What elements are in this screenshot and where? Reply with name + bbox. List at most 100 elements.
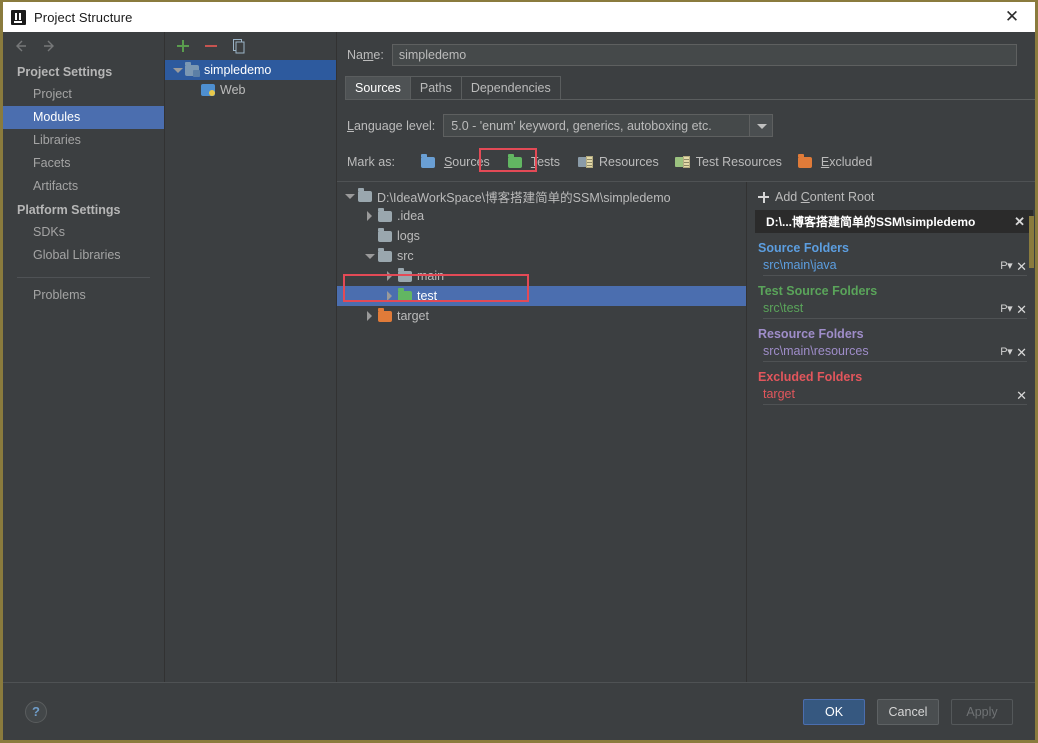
mark-as-resources-button[interactable]: Resources: [572, 151, 665, 173]
folder-entry-excluded[interactable]: target ✕: [763, 386, 1027, 405]
mark-as-test-resources-label: Test Resources: [695, 155, 782, 169]
language-level-label: Language level:: [347, 118, 436, 133]
window-title: Project Structure: [34, 9, 133, 25]
dialog-content: Project Settings Project Modules Librari…: [3, 32, 1035, 682]
mark-as-sources-button[interactable]: Sources: [415, 151, 496, 173]
help-question-icon[interactable]: ?: [25, 700, 47, 723]
mark-as-toolbar: Mark as: Sources Tests Resources Test Re…: [337, 137, 1035, 173]
cancel-button[interactable]: Cancel: [877, 698, 939, 725]
add-content-root-label: Add Content Root: [775, 190, 875, 204]
folder-entry-resource[interactable]: src\main\resources P▾ ✕: [763, 343, 1027, 362]
folder-gray-icon: [398, 267, 412, 282]
dialog-buttons: OK Cancel Apply: [803, 698, 1013, 725]
close-icon[interactable]: ✕: [1001, 7, 1023, 27]
tree-row-target[interactable]: target: [337, 306, 746, 326]
package-prefix-icon[interactable]: P▾: [1000, 260, 1012, 272]
chevron-down-icon[interactable]: [171, 64, 183, 76]
sidebar-item-sdks[interactable]: SDKs: [3, 221, 164, 244]
arrow-left-icon[interactable]: [13, 38, 29, 54]
name-label: Name:: [347, 48, 384, 62]
tree-row-idea[interactable]: .idea: [337, 206, 746, 226]
group-title-excluded-folders: Excluded Folders: [758, 370, 863, 384]
folder-path: src\main\java: [763, 258, 837, 272]
close-icon[interactable]: ✕: [1014, 215, 1025, 228]
tab-sources[interactable]: Sources: [345, 76, 411, 99]
language-level-value: 5.0 - 'enum' keyword, generics, autoboxi…: [451, 118, 712, 133]
package-prefix-icon[interactable]: P▾: [1000, 303, 1012, 315]
test-resources-folder-icon: [674, 156, 690, 168]
sidebar-item-problems[interactable]: Problems: [3, 284, 164, 307]
tab-dependencies[interactable]: Dependencies: [460, 76, 561, 99]
chevron-right-icon[interactable]: [383, 290, 395, 302]
close-icon[interactable]: ✕: [1016, 303, 1027, 316]
content-root-path: D:\...博客搭建简单的SSM\simpledemo: [766, 215, 976, 229]
tree-label: .idea: [397, 209, 425, 223]
facet-label: Web: [220, 83, 246, 97]
sidebar-item-modules[interactable]: Modules: [3, 106, 164, 129]
chevron-down-icon[interactable]: [363, 250, 375, 262]
sidebar-item-global-libraries[interactable]: Global Libraries: [3, 244, 164, 267]
content-root-header: D:\...博客搭建简单的SSM\simpledemo ✕: [755, 210, 1033, 233]
folder-entry-test-source[interactable]: src\test P▾ ✕: [763, 300, 1027, 319]
group-title-source-folders: Source Folders: [758, 241, 849, 255]
tree-row-content-root[interactable]: D:\IdeaWorkSpace\博客搭建简单的SSM\simpledemo: [337, 186, 746, 206]
ok-button[interactable]: OK: [803, 698, 865, 725]
tree-row-main[interactable]: main: [337, 266, 746, 286]
arrow-right-icon[interactable]: [41, 38, 57, 54]
dialog-footer: ? OK Cancel Apply: [3, 682, 1035, 740]
sidebar-section-project-settings: Project Settings: [17, 65, 113, 79]
close-icon[interactable]: ✕: [1016, 260, 1027, 273]
tree-row-test[interactable]: test: [337, 286, 746, 306]
modules-toolbar: [165, 32, 336, 60]
mark-as-label: Mark as:: [347, 155, 395, 169]
tab-paths[interactable]: Paths: [409, 76, 462, 99]
mark-as-test-resources-button[interactable]: Test Resources: [669, 151, 788, 173]
chevron-right-icon[interactable]: [363, 210, 375, 222]
close-icon[interactable]: ✕: [1016, 389, 1027, 402]
mark-as-tests-button[interactable]: Tests: [502, 151, 566, 173]
sidebar-item-project[interactable]: Project: [3, 83, 164, 106]
package-prefix-icon[interactable]: P▾: [1000, 346, 1012, 358]
sidebar-item-libraries[interactable]: Libraries: [3, 129, 164, 152]
tree-row-src[interactable]: src: [337, 246, 746, 266]
folder-path: src\test: [763, 301, 804, 315]
tree-label: test: [417, 289, 438, 303]
mark-as-excluded-button[interactable]: Excluded: [792, 151, 878, 173]
module-row-web[interactable]: Web: [165, 80, 336, 100]
mark-as-resources-label: Resources: [599, 155, 659, 169]
chevron-down-icon[interactable]: [749, 115, 773, 136]
plus-icon[interactable]: [175, 38, 191, 54]
module-folder-icon: [185, 61, 200, 77]
close-icon[interactable]: ✕: [1016, 346, 1027, 359]
mark-as-sources-label: Sources: [443, 155, 490, 169]
folder-path: src\main\resources: [763, 344, 869, 358]
tree-label: src: [397, 249, 414, 263]
module-row-simpledemo[interactable]: simpledemo: [165, 60, 336, 80]
mark-as-excluded-label: Excluded: [820, 155, 873, 169]
copy-icon[interactable]: [231, 38, 247, 54]
chevron-right-icon[interactable]: [383, 270, 395, 282]
folder-entry-source[interactable]: src\main\java P▾ ✕: [763, 257, 1027, 276]
content-entry-details: Add Content Root D:\...博客搭建简单的SSM\simple…: [747, 182, 1035, 682]
sidebar-item-artifacts[interactable]: Artifacts: [3, 175, 164, 198]
resources-folder-icon: [578, 156, 593, 168]
plus-icon: [758, 191, 769, 203]
folder-green-icon: [398, 287, 412, 302]
add-content-root-button[interactable]: Add Content Root: [747, 186, 1035, 210]
module-name-input[interactable]: simpledemo: [391, 44, 1017, 66]
folder-path: target: [763, 387, 795, 401]
detail-pane-scrollbar[interactable]: [1029, 216, 1034, 268]
module-label: simpledemo: [204, 63, 272, 77]
tree-row-logs[interactable]: logs: [337, 226, 746, 246]
minus-icon[interactable]: [203, 38, 219, 54]
folder-gray-icon: [378, 227, 392, 242]
group-title-resource-folders: Resource Folders: [758, 327, 864, 341]
language-level-select[interactable]: 5.0 - 'enum' keyword, generics, autoboxi…: [443, 114, 774, 137]
chevron-down-icon[interactable]: [343, 190, 355, 202]
folder-blue-icon: [420, 153, 435, 168]
mark-as-tests-label: Tests: [530, 155, 560, 169]
web-facet-icon: [201, 84, 215, 96]
sources-split-pane: D:\IdeaWorkSpace\博客搭建简单的SSM\simpledemo .…: [337, 181, 1035, 682]
sidebar-item-facets[interactable]: Facets: [3, 152, 164, 175]
chevron-right-icon[interactable]: [363, 310, 375, 322]
